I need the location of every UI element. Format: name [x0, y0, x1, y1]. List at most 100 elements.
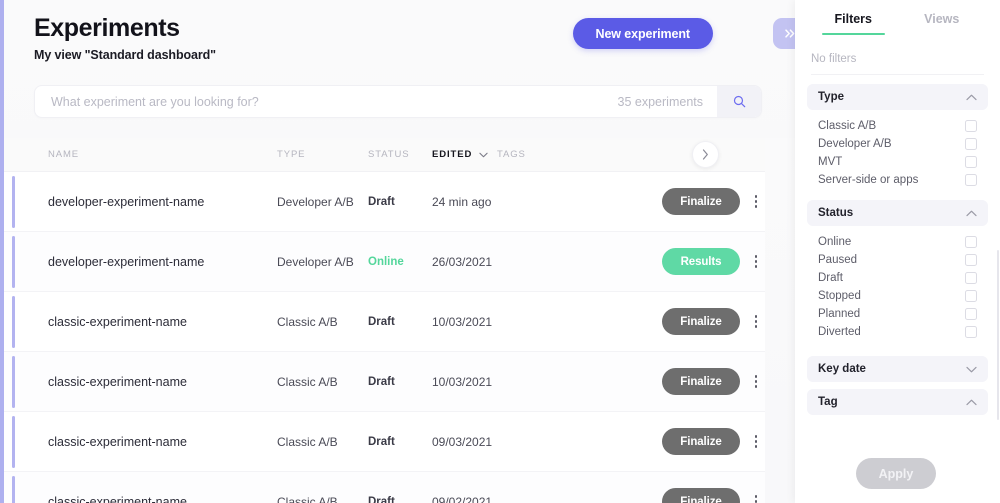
row-actions-column: Finalize Results Finalize Finalize Final…: [660, 138, 765, 503]
cell-name: classic-experiment-name: [48, 434, 187, 449]
tab-views[interactable]: Views: [898, 12, 987, 35]
row-action-cell: Finalize: [660, 472, 765, 503]
checkbox[interactable]: [965, 174, 977, 186]
checkbox[interactable]: [965, 138, 977, 150]
cell-type: Developer A/B: [277, 254, 354, 269]
new-experiment-button[interactable]: New experiment: [572, 18, 713, 49]
kebab-menu-icon[interactable]: [749, 495, 763, 503]
filters-sidebar: Filters Views No filters Type Classic A/…: [795, 0, 1000, 503]
filter-option[interactable]: Draft: [811, 269, 984, 287]
main-content: Experiments My view "Standard dashboard"…: [0, 0, 795, 503]
cell-name: classic-experiment-name: [48, 314, 187, 329]
filter-option[interactable]: Classic A/B: [811, 117, 984, 135]
expand-columns-button[interactable]: [692, 141, 719, 168]
tab-filters[interactable]: Filters: [809, 12, 898, 35]
experiment-count-label: 35 experiments: [617, 94, 703, 109]
checkbox[interactable]: [965, 290, 977, 302]
filter-group-tag-header[interactable]: Tag: [807, 389, 988, 415]
sidebar-tabs: Filters Views: [795, 0, 1000, 35]
finalize-button[interactable]: Finalize: [662, 368, 740, 395]
cell-edited: 24 min ago: [432, 194, 492, 209]
checkbox[interactable]: [965, 236, 977, 248]
cell-edited: 09/02/2021: [432, 494, 493, 503]
cell-edited: 26/03/2021: [432, 254, 493, 269]
finalize-button[interactable]: Finalize: [662, 308, 740, 335]
finalize-button[interactable]: Finalize: [662, 188, 740, 215]
row-action-cell: Finalize: [660, 412, 765, 472]
checkbox[interactable]: [965, 272, 977, 284]
kebab-menu-icon[interactable]: [749, 375, 763, 388]
sidebar-scrollbar[interactable]: [997, 250, 999, 420]
row-action-cell: Finalize: [660, 352, 765, 412]
cell-name: developer-experiment-name: [48, 194, 205, 209]
left-edge-rail: [0, 0, 4, 503]
filter-option-label: Planned: [818, 308, 861, 320]
filter-option[interactable]: Paused: [811, 251, 984, 269]
page-header: Experiments My view "Standard dashboard"…: [0, 0, 795, 62]
filter-option[interactable]: Planned: [811, 305, 984, 323]
filter-group-type-title: Type: [818, 91, 844, 103]
cell-edited: 10/03/2021: [432, 374, 493, 389]
double-chevron-right-icon: [784, 29, 794, 38]
chevron-down-icon: [479, 152, 488, 157]
row-action-cell: Finalize: [660, 172, 765, 232]
chevron-up-icon: [966, 94, 977, 100]
results-button[interactable]: Results: [662, 248, 740, 275]
filter-group-type-header[interactable]: Type: [807, 84, 988, 110]
checkbox[interactable]: [965, 308, 977, 320]
finalize-button[interactable]: Finalize: [662, 428, 740, 455]
search-submit-button[interactable]: [717, 86, 761, 117]
checkbox[interactable]: [965, 326, 977, 338]
filter-option-label: Online: [818, 236, 852, 248]
filter-group-status-header[interactable]: Status: [807, 200, 988, 226]
collapse-panel-button[interactable]: [773, 18, 795, 49]
column-header-status[interactable]: STATUS: [368, 149, 432, 160]
search-icon: [733, 95, 745, 108]
filter-option[interactable]: Online: [811, 233, 984, 251]
kebab-menu-icon[interactable]: [749, 315, 763, 328]
filter-option-label: Server-side or apps: [818, 174, 919, 186]
checkbox[interactable]: [965, 120, 977, 132]
cell-type: Classic A/B: [277, 434, 338, 449]
filter-option[interactable]: Stopped: [811, 287, 984, 305]
checkbox[interactable]: [965, 254, 977, 266]
column-header-edited-label: EDITED: [432, 149, 473, 160]
column-header-tags[interactable]: TAGS: [497, 149, 557, 160]
filter-group-key-date-header[interactable]: Key date: [807, 356, 988, 382]
filter-group-key-date-title: Key date: [818, 363, 866, 375]
filter-group-status-title: Status: [818, 207, 854, 219]
cell-type: Classic A/B: [277, 494, 338, 503]
column-header-type[interactable]: TYPE: [277, 149, 368, 160]
search-input[interactable]: [35, 94, 618, 109]
filter-group-status: Status Online Paused Draft Stopped Plann…: [807, 200, 988, 343]
cell-type: Developer A/B: [277, 194, 354, 209]
filter-option[interactable]: MVT: [811, 153, 984, 171]
kebab-menu-icon[interactable]: [749, 255, 763, 268]
filter-option-label: Draft: [818, 272, 843, 284]
finalize-button[interactable]: Finalize: [662, 488, 740, 503]
filter-option-label: Paused: [818, 254, 858, 266]
table-right-gutter: [765, 138, 795, 503]
filter-option[interactable]: Developer A/B: [811, 135, 984, 153]
search-bar[interactable]: 35 experiments: [34, 85, 762, 118]
cell-status: Draft: [368, 315, 395, 328]
filter-option-label: Diverted: [818, 326, 861, 338]
apply-filters-button[interactable]: Apply: [856, 458, 936, 489]
chevron-up-icon: [966, 210, 977, 216]
kebab-menu-icon[interactable]: [749, 435, 763, 448]
kebab-menu-icon[interactable]: [749, 195, 763, 208]
checkbox[interactable]: [965, 156, 977, 168]
filter-group-status-options: Online Paused Draft Stopped Planned Dive…: [807, 226, 988, 343]
cell-status: Draft: [368, 375, 395, 388]
filter-option[interactable]: Diverted: [811, 323, 984, 341]
chevron-up-icon: [966, 399, 977, 405]
cell-status: Draft: [368, 495, 395, 503]
cell-name: classic-experiment-name: [48, 494, 187, 503]
row-action-cell: Results: [660, 232, 765, 292]
filter-option[interactable]: Server-side or apps: [811, 171, 984, 189]
filter-group-tag-title: Tag: [818, 396, 838, 408]
filter-group-type: Type Classic A/B Developer A/B MVT Serve…: [807, 84, 988, 191]
cell-status: Online: [368, 255, 404, 268]
column-header-name[interactable]: NAME: [48, 149, 277, 160]
column-header-edited[interactable]: EDITED: [432, 149, 497, 160]
